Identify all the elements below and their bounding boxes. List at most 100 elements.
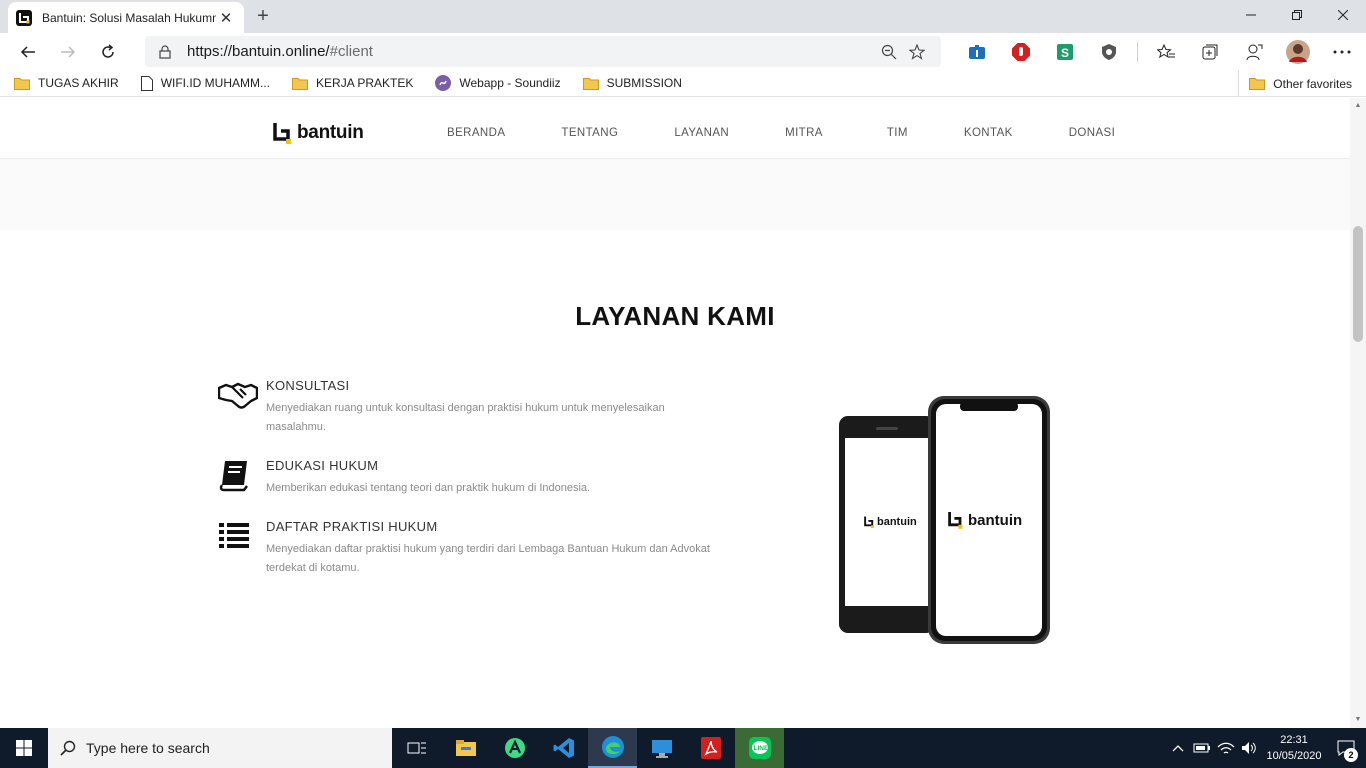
phone-front-brand: bantuin xyxy=(968,511,1023,529)
service-title: EDUKASI HUKUM xyxy=(266,458,379,473)
phone-front-logo: bantuin xyxy=(948,511,1022,529)
taskbar-search[interactable]: Type here to search xyxy=(48,728,392,768)
clock-date: 10/05/2020 xyxy=(1266,750,1322,762)
nav-item-layanan[interactable]: LAYANAN xyxy=(674,127,729,139)
book-icon xyxy=(219,461,248,492)
extension-shield-icon[interactable] xyxy=(1087,36,1131,67)
service-title: DAFTAR PRAKTISI HUKUM xyxy=(266,519,438,534)
other-favorites[interactable]: Other favorites xyxy=(1238,70,1352,97)
page-scrollbar[interactable]: ▲ ▼ xyxy=(1350,98,1366,728)
show-hidden-icons-icon[interactable] xyxy=(1166,728,1190,768)
add-favorite-star-icon[interactable] xyxy=(903,43,931,60)
phone-back-brand: bantuin xyxy=(877,516,917,528)
windows-taskbar: Type here to search LINE 22:31 10/05/202… xyxy=(0,728,1366,768)
notification-count-badge: 2 xyxy=(1344,748,1358,762)
extensions-area: S xyxy=(955,36,1364,67)
remote-desktop-icon[interactable] xyxy=(637,728,686,768)
address-bar[interactable]: https://bantuin.online/#client xyxy=(145,36,941,67)
nav-item-beranda[interactable]: BERANDA xyxy=(447,127,505,139)
phone-back-logo: bantuin xyxy=(864,516,917,528)
settings-more-icon[interactable] xyxy=(1320,36,1364,67)
section-title: LAYANAN KAMI xyxy=(575,301,775,331)
scroll-thumb[interactable] xyxy=(1353,226,1363,342)
svg-text:LINE: LINE xyxy=(753,745,768,752)
zoom-icon[interactable] xyxy=(875,44,903,60)
favorites-bar: TUGAS AKHIR WIFI.ID MUHAMM... KERJA PRAK… xyxy=(0,70,1366,97)
soundiiz-icon xyxy=(435,75,452,91)
vscode-icon[interactable] xyxy=(539,728,588,768)
android-studio-icon[interactable] xyxy=(490,728,539,768)
folder-icon xyxy=(582,77,599,90)
browser-tab[interactable]: Bantuin: Solusi Masalah Hukumm ✕ xyxy=(8,2,244,33)
nav-item-mitra[interactable]: MITRA xyxy=(785,127,823,139)
main-nav: BERANDA TENTANG LAYANAN MITRA TIM KONTAK… xyxy=(447,127,1115,139)
taskbar-clock[interactable]: 22:31 10/05/2020 xyxy=(1262,732,1326,764)
site-logo[interactable]: bantuin xyxy=(273,122,364,144)
windows-start-icon[interactable] xyxy=(0,728,48,768)
extension-toolbox-icon[interactable] xyxy=(955,36,999,67)
bantuin-logo-icon xyxy=(864,516,874,528)
refresh-icon[interactable] xyxy=(88,36,128,68)
page-viewport: bantuin BERANDA TENTANG LAYANAN MITRA TI… xyxy=(0,98,1350,728)
browser-toolbar: https://bantuin.online/#client S xyxy=(0,33,1366,70)
system-tray: 22:31 10/05/2020 2 xyxy=(1166,728,1366,768)
scroll-up-icon[interactable]: ▲ xyxy=(1353,101,1363,111)
brand-name: bantuin xyxy=(297,122,364,143)
battery-icon[interactable] xyxy=(1190,728,1214,768)
favorites-icon[interactable] xyxy=(1144,36,1188,67)
restore-icon[interactable] xyxy=(1274,0,1320,30)
svg-text:S: S xyxy=(1061,46,1069,60)
favorite-item-kerja-praktek[interactable]: KERJA PRAKTEK xyxy=(292,76,413,90)
previous-section-band xyxy=(0,159,1350,230)
notification-center-icon[interactable]: 2 xyxy=(1326,728,1366,768)
wifi-icon[interactable] xyxy=(1214,728,1238,768)
search-icon xyxy=(60,740,76,756)
service-item-daftar-praktisi: DAFTAR PRAKTISI HUKUM Menyediakan daftar… xyxy=(218,519,718,579)
volume-icon[interactable] xyxy=(1238,728,1262,768)
favorite-item-submission[interactable]: SUBMISSION xyxy=(582,76,682,90)
profile-avatar[interactable] xyxy=(1276,36,1320,67)
folder-icon xyxy=(292,77,309,90)
tab-close-icon[interactable]: ✕ xyxy=(216,9,236,27)
nav-item-donasi[interactable]: DONASI xyxy=(1069,127,1116,139)
favorite-item-tugas-akhir[interactable]: TUGAS AKHIR xyxy=(14,76,119,90)
nav-item-kontak[interactable]: KONTAK xyxy=(964,127,1013,139)
forward-icon[interactable] xyxy=(48,36,88,68)
extension-s-icon[interactable]: S xyxy=(1043,36,1087,67)
url-text: https://bantuin.online/#client xyxy=(187,43,373,60)
line-app-icon[interactable]: LINE xyxy=(735,728,784,768)
scroll-down-icon[interactable]: ▼ xyxy=(1353,715,1363,725)
nav-item-tim[interactable]: TIM xyxy=(887,127,908,139)
folder-icon xyxy=(14,77,30,90)
bantuin-logo-icon xyxy=(948,512,963,529)
phones-illustration: bantuin bantuin xyxy=(838,396,1052,646)
favorite-item-soundiiz[interactable]: Webapp - Soundiiz xyxy=(435,75,561,91)
page-icon xyxy=(140,75,153,91)
nav-item-tentang[interactable]: TENTANG xyxy=(561,127,618,139)
extension-adblock-icon[interactable] xyxy=(999,36,1043,67)
service-item-konsultasi: KONSULTASI Menyediakan ruang untuk konsu… xyxy=(218,378,718,438)
toolbar-separator xyxy=(1137,41,1138,62)
service-description: Menyediakan daftar praktisi hukum yang t… xyxy=(266,543,710,574)
service-title: KONSULTASI xyxy=(266,378,350,393)
collections-icon[interactable] xyxy=(1188,36,1232,67)
tab-bar: Bantuin: Solusi Masalah Hukumm ✕ + xyxy=(0,0,1366,33)
feedback-icon[interactable] xyxy=(1232,36,1276,67)
back-icon[interactable] xyxy=(8,36,48,68)
edge-browser-icon[interactable] xyxy=(588,728,637,768)
search-placeholder: Type here to search xyxy=(86,740,210,756)
favorite-item-wifi-id[interactable]: WIFI.ID MUHAMM... xyxy=(140,75,270,91)
acrobat-reader-icon[interactable] xyxy=(686,728,735,768)
new-tab-icon[interactable]: + xyxy=(252,5,274,27)
list-icon xyxy=(219,523,249,548)
minimize-icon[interactable] xyxy=(1228,0,1274,30)
tab-title: Bantuin: Solusi Masalah Hukumm xyxy=(42,10,216,25)
handshake-icon xyxy=(218,382,258,409)
service-item-edukasi-hukum: EDUKASI HUKUM Memberikan edukasi tentang… xyxy=(218,458,718,498)
lock-icon xyxy=(159,44,171,59)
file-explorer-icon[interactable] xyxy=(441,728,490,768)
task-view-icon[interactable] xyxy=(392,728,441,768)
clock-time: 22:31 xyxy=(1280,734,1308,746)
window-controls xyxy=(1228,0,1366,30)
close-window-icon[interactable] xyxy=(1320,0,1366,30)
